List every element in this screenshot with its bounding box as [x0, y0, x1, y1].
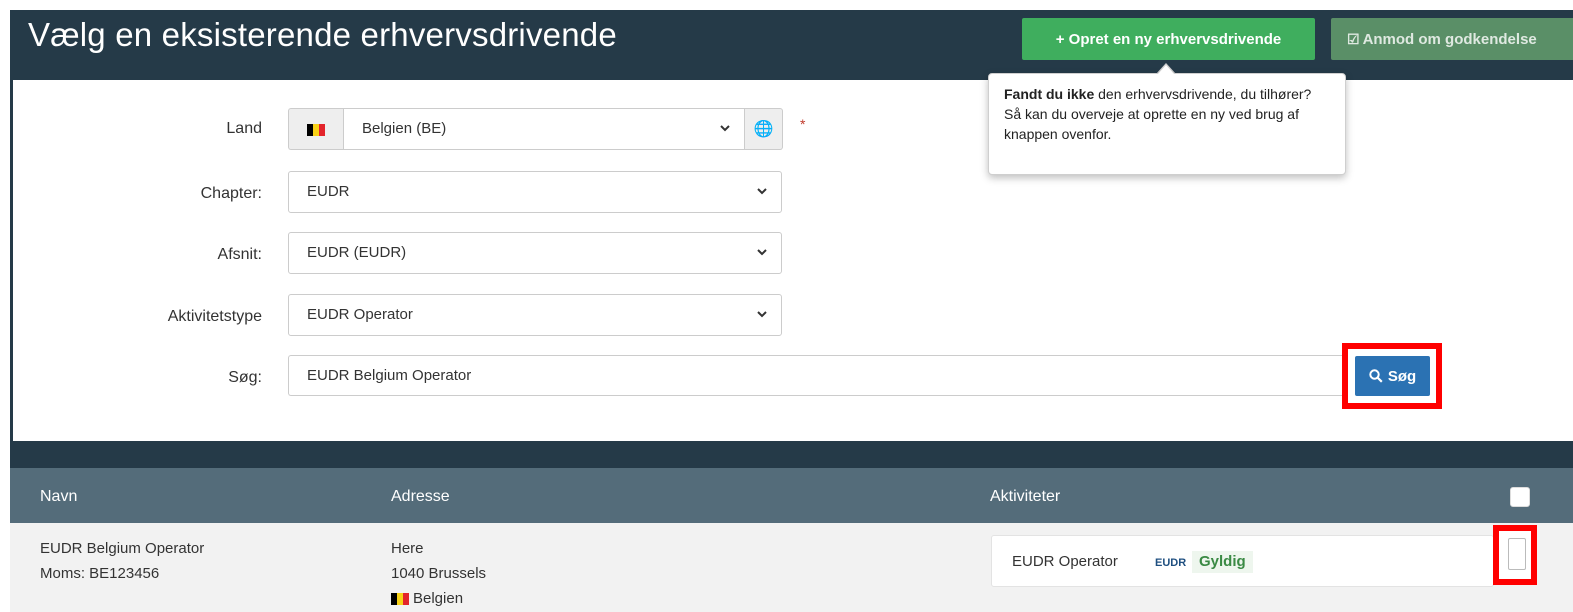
activity-entry: EUDR Operator EUDR Gyldig — [991, 535, 1494, 587]
activity-type-select[interactable]: EUDR Operator — [288, 294, 782, 336]
chevron-down-icon — [757, 249, 767, 256]
results-table-header: Navn Adresse Aktiviteter — [10, 468, 1573, 523]
operator-name: EUDR Belgium Operator — [40, 540, 205, 557]
search-label: Søg: — [228, 369, 262, 386]
chapter-label: Chapter: — [200, 185, 262, 202]
chevron-down-icon — [757, 311, 767, 318]
afsnit-value: EUDR (EUDR) — [307, 244, 407, 261]
checkbox-icon: ☑ — [1347, 30, 1360, 47]
address-line1: Here — [391, 540, 424, 557]
afsnit-label: Afsnit: — [217, 246, 262, 263]
land-value: Belgien (BE) — [362, 120, 447, 137]
search-button[interactable]: Søg — [1355, 356, 1430, 396]
belgium-flag-icon — [307, 124, 325, 136]
search-icon — [1369, 369, 1383, 383]
row-select-checkbox[interactable] — [1508, 538, 1526, 570]
activity-type-value: EUDR Operator — [307, 306, 413, 323]
land-flag-addon — [288, 108, 344, 150]
tooltip-arrow-fill — [1157, 65, 1175, 75]
page-title: Vælg en eksisterende erhvervsdrivende — [28, 16, 617, 53]
required-mark: * — [800, 116, 806, 132]
status-badge: Gyldig — [1192, 551, 1253, 573]
globe-button[interactable]: 🌐 — [745, 108, 783, 150]
column-header-address: Adresse — [391, 488, 450, 505]
create-operator-button[interactable]: + Opret en ny erhvervsdrivende — [1022, 18, 1315, 60]
column-header-activities: Aktiviteter — [990, 488, 1061, 505]
address-line2: 1040 Brussels — [391, 565, 487, 582]
activity-type-label: Aktivitetstype — [167, 308, 262, 325]
chevron-down-icon — [757, 188, 767, 195]
request-approval-button[interactable]: ☑ Anmod om godkendelse — [1331, 18, 1573, 60]
activity-name: EUDR Operator — [1012, 553, 1118, 570]
belgium-flag-icon — [391, 593, 409, 605]
search-value: EUDR Belgium Operator — [307, 367, 472, 384]
operator-vat: Moms: BE123456 — [40, 565, 160, 582]
select-all-checkbox[interactable] — [1510, 487, 1530, 507]
request-approval-label: Anmod om godkendelse — [1362, 30, 1537, 48]
top-strip — [0, 0, 1573, 10]
land-select[interactable]: Belgien (BE) — [343, 108, 745, 150]
left-rail — [0, 10, 10, 612]
create-operator-tooltip: Fandt du ikke den erhvervsdrivende, du t… — [988, 73, 1346, 175]
search-input[interactable]: EUDR Belgium Operator — [288, 355, 1354, 396]
land-label: Land — [226, 120, 262, 137]
chapter-value: EUDR — [307, 183, 350, 200]
address-country-label: Belgien — [413, 590, 464, 607]
activity-code: EUDR — [1155, 557, 1187, 569]
globe-icon: 🌐 — [753, 121, 774, 138]
afsnit-select[interactable]: EUDR (EUDR) — [288, 232, 782, 274]
column-header-name: Navn — [40, 488, 78, 505]
chapter-select[interactable]: EUDR — [288, 171, 782, 213]
address-country: Belgien — [391, 587, 463, 611]
chevron-down-icon — [720, 125, 730, 132]
search-button-label: Søg — [1387, 367, 1417, 385]
tooltip-bold-text: Fandt du ikke — [1004, 86, 1095, 102]
